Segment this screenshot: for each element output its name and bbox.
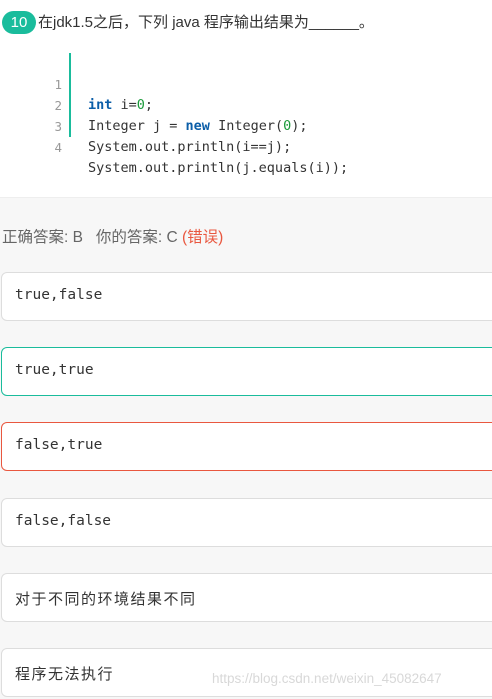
code-token: System.out.println(i==j); — [88, 139, 292, 155]
option-label: true,true — [15, 362, 94, 378]
code-line: 4 System.out.println(j.equals(i)); — [40, 116, 480, 176]
line-number: 4 — [54, 140, 62, 155]
code-text: System.out.println(j.equals(i)); — [88, 158, 348, 179]
option-label: true,false — [15, 287, 103, 303]
code-line: 3 System.out.println(i==j); — [40, 95, 480, 155]
code-line: 1 int i=0; — [40, 53, 480, 113]
answer-summary: 正确答案: B 你的答案: C (错误) — [2, 225, 223, 247]
option-label: false,false — [15, 513, 112, 529]
option-c[interactable]: false,true — [1, 422, 492, 471]
code-line: 2 Integer j = new Integer(0); — [40, 74, 480, 134]
wrong-status-text: (错误) — [182, 229, 224, 246]
option-label: 程序无法执行 — [15, 665, 115, 683]
option-label: false,true — [15, 437, 103, 453]
option-b[interactable]: true,true — [1, 347, 492, 396]
option-a[interactable]: true,false — [1, 272, 492, 321]
code-token: System.out.println(j.equals(i)); — [88, 160, 349, 176]
option-d[interactable]: false,false — [1, 498, 492, 547]
option-label: 对于不同的环境结果不同 — [15, 590, 197, 608]
question-header: 10 在jdk1.5之后，下列 java 程序输出结果为______。 — [0, 10, 492, 36]
correct-answer-text: 正确答案: B — [2, 229, 83, 246]
code-text: System.out.println(i==j); — [88, 137, 291, 158]
option-e[interactable]: 对于不同的环境结果不同 — [1, 573, 492, 622]
your-answer-text: 你的答案: C — [95, 229, 178, 246]
code-block: 1 int i=0; 2 Integer j = new Integer(0);… — [40, 53, 480, 176]
watermark-text: https://blog.csdn.net/weixin_45082647 — [212, 671, 442, 686]
question-number-badge: 10 — [2, 11, 36, 34]
question-text: 在jdk1.5之后，下列 java 程序输出结果为______。 — [38, 14, 374, 31]
